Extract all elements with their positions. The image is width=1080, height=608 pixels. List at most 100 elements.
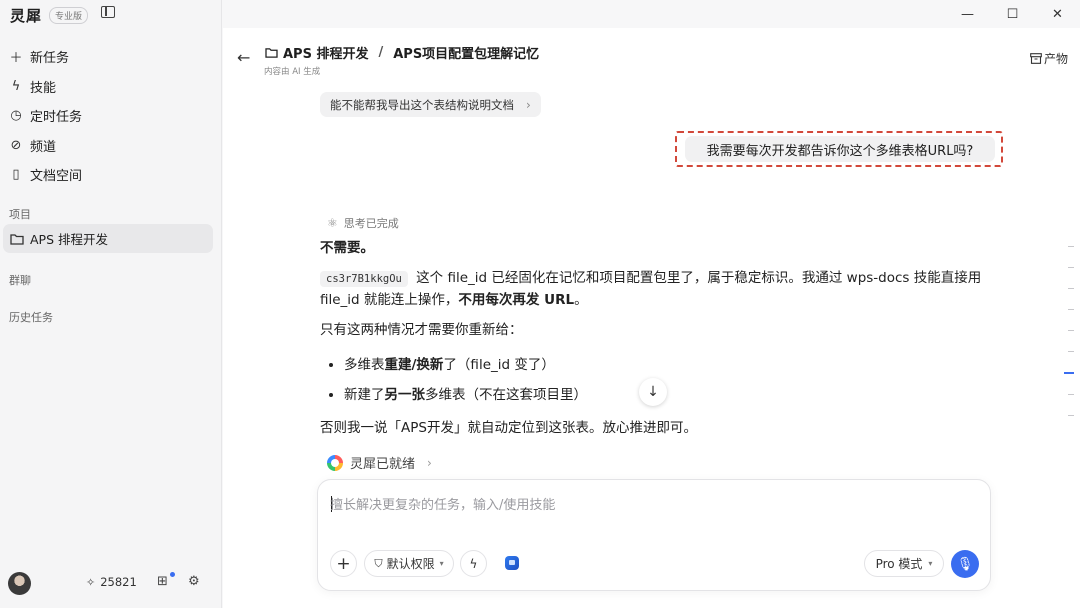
list-text: 了（file_id 变了） [443,357,555,373]
artifacts-label: 产物 [1043,52,1068,66]
chevron-down-icon: ▾ [928,559,933,568]
section-projects: 项目 [9,208,31,221]
scroll-down-button[interactable]: ↓ [639,378,667,406]
window-controls: — ☐ ✕ [945,0,1080,28]
suggestion-chip[interactable]: 能不能帮我导出这个表结构说明文档 › [320,92,541,117]
permission-label: 默认权限 [386,557,435,571]
minimap-mark-active[interactable] [1064,372,1074,374]
assistant-message: 不需要。 cs3r7B1kkgOu 这个 file_id 已经固化在记忆和项目配… [320,238,990,448]
sidebar-item-label: 新任务 [30,51,70,67]
sidebar: 灵犀 专业版 ＋ 新任务 ϟ 技能 ◷ 定时任务 ⊘ 频道 ▯ 文档空间 项目 … [0,0,222,608]
highlight-box: 我需要每次开发都告诉你这个多维表格URL吗? [675,131,1003,167]
close-button[interactable]: ✕ [1035,0,1080,28]
section-history[interactable]: 历史任务 [9,309,53,325]
minimap-mark[interactable] [1068,246,1074,247]
sidebar-item-scheduled[interactable]: ◷ 定时任务 [0,101,222,131]
sidebar-item-channels[interactable]: ⊘ 频道 [0,131,222,161]
minimap-mark[interactable] [1068,330,1074,331]
composer: + ⛉ 默认权限 ▾ ϟ Pro 模式 ▾ 🎙 [317,479,991,591]
sidebar-item-doc-space[interactable]: ▯ 文档空间 [0,160,222,190]
archive-icon [1030,53,1042,64]
microphone-icon: 🎙 [956,556,974,572]
bolt-icon: ϟ [11,78,21,94]
brand-name: 灵犀 [10,7,43,25]
folder-icon [265,48,278,58]
sidebar-item-label: 技能 [30,80,57,96]
conversation-title: APS项目配置包理解记忆 [393,47,540,62]
permission-select[interactable]: ⛉ 默认权限 ▾ [364,550,454,577]
sidebar-item-new-task[interactable]: ＋ 新任务 [0,42,222,72]
thinking-label: 思考已完成 [343,217,399,230]
credits-value: 25821 [100,575,137,589]
inline-code: cs3r7B1kkgOu [320,271,408,287]
gift-icon[interactable]: ⊞ [157,574,168,589]
answer-lead: 不需要。 [320,240,374,256]
breadcrumb: APS 排程开发 / APS项目配置包理解记忆 [265,43,539,62]
ai-generated-note: 内容由 AI 生成 [264,67,321,77]
plus-icon: ＋ [9,51,23,67]
list-item: 多维表重建/换新了（file_id 变了） [326,350,990,380]
gear-icon[interactable]: ⚙ [188,574,200,589]
section-groups[interactable]: 群聊 [9,272,31,288]
sidebar-footer: ✧ 25821 ⊞ ⚙ [0,570,222,598]
minimap-mark[interactable] [1068,309,1074,310]
maximize-button[interactable]: ☐ [990,0,1035,28]
suggestion-text: 能不能帮我导出这个表结构说明文档 [330,97,514,112]
list-text: 新建了 [344,387,385,403]
app-window: 灵犀 专业版 ＋ 新任务 ϟ 技能 ◷ 定时任务 ⊘ 频道 ▯ 文档空间 项目 … [0,0,1080,608]
atom-icon: ⚛ [327,216,338,230]
list-bold: 另一张 [384,387,426,403]
agent-status-label: 灵犀已就绪 [350,457,416,472]
minimap-mark[interactable] [1068,288,1074,289]
sidebar-toggle-icon[interactable] [101,6,115,18]
artifacts-button[interactable]: 产物 [1030,50,1068,67]
conversation-header: ← APS 排程开发 / APS项目配置包理解记忆 内容由 AI 生成 产物 [223,28,1080,80]
breadcrumb-separator: / [378,45,384,60]
answer-text: 这个 file_id 已经固化在记忆和项目配置包里了，属于稳定标识。我通过 wp… [320,270,982,308]
minimize-button[interactable]: — [945,0,990,28]
brand: 灵犀 专业版 [10,5,89,26]
thinking-status[interactable]: ⚛ 思考已完成 [327,215,399,231]
spark-icon: ✧ [86,575,96,589]
list-bold: 重建/换新 [384,357,444,373]
minimap-mark[interactable] [1068,394,1074,395]
chevron-down-icon: ▾ [439,559,444,568]
clock-icon: ◷ [10,108,22,124]
breadcrumb-project[interactable]: APS 排程开发 [283,43,368,62]
sidebar-item-project[interactable]: APS 排程开发 [3,224,213,253]
sidebar-item-label: 文档空间 [30,169,83,185]
chevron-right-icon: › [526,97,531,112]
answer-paragraph: 只有这两种情况才需要你重新给： [320,322,523,338]
sidebar-item-skills[interactable]: ϟ 技能 [0,72,222,102]
credits-counter[interactable]: ✧ 25821 [86,575,137,589]
app-connector-icon[interactable] [505,556,519,570]
list-text: 多维表（不在这套项目里） [425,387,587,403]
mode-select[interactable]: Pro 模式 ▾ [864,550,944,577]
mode-label: Pro 模式 [875,557,923,571]
minimap-mark[interactable] [1068,415,1074,416]
list-text: 多维表 [344,357,385,373]
notification-dot [170,572,175,577]
answer-paragraph: cs3r7B1kkgOu 这个 file_id 已经固化在记忆和项目配置包里了，… [320,268,990,311]
answer-bold: 不用每次再发 URL [458,292,575,308]
bolt-icon: ϟ [469,556,478,571]
agent-status[interactable]: 灵犀已就绪 › [327,453,432,472]
sidebar-nav: ＋ 新任务 ϟ 技能 ◷ 定时任务 ⊘ 频道 ▯ 文档空间 [0,42,222,190]
project-label: APS 排程开发 [30,232,108,247]
minimap-mark[interactable] [1068,351,1074,352]
message-minimap[interactable] [1064,246,1074,436]
add-attachment-button[interactable]: + [330,550,357,577]
answer-text: 。 [574,292,588,308]
microphone-button[interactable]: 🎙 [951,550,979,578]
main-panel: ← APS 排程开发 / APS项目配置包理解记忆 内容由 AI 生成 产物 能… [223,28,1080,608]
minimap-mark[interactable] [1068,267,1074,268]
skills-button[interactable]: ϟ [460,550,487,577]
back-arrow-icon[interactable]: ← [237,48,250,67]
message-input[interactable] [330,494,970,516]
answer-paragraph: 否则我一说「APS开发」就自动定位到这张表。放心推进即可。 [320,420,697,436]
sidebar-item-label: 频道 [30,139,57,155]
agent-logo-icon [327,454,343,471]
sidebar-item-label: 定时任务 [30,110,83,126]
avatar[interactable] [8,572,31,595]
folder-icon [10,233,24,245]
